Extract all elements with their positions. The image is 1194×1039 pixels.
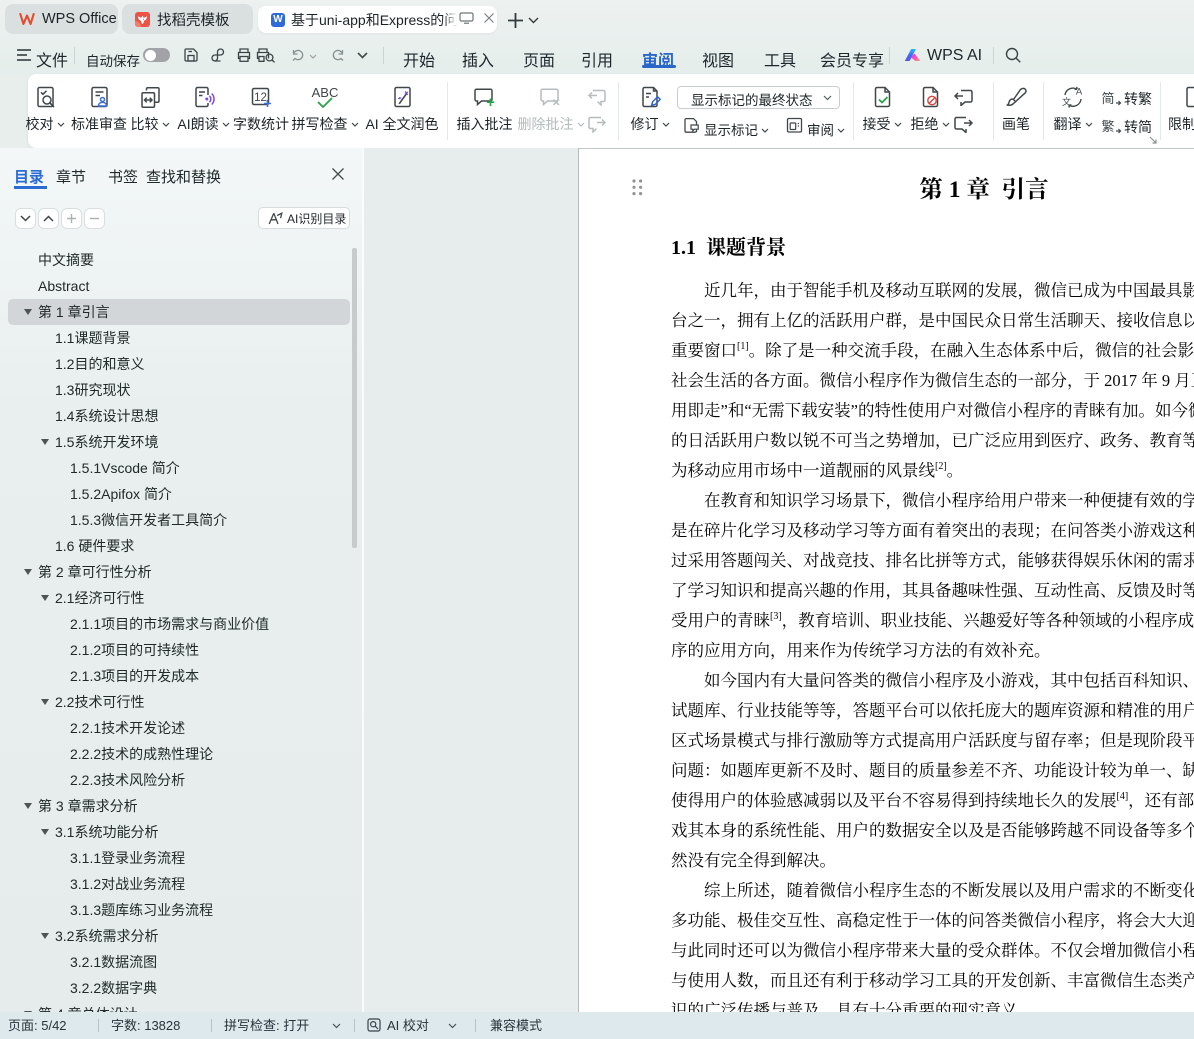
- svg-text:12: 12: [254, 92, 267, 104]
- svg-text:文: 文: [1062, 95, 1071, 108]
- svg-text:繁: 繁: [1101, 118, 1114, 135]
- svg-text:ABC: ABC: [312, 86, 339, 100]
- svg-text:A: A: [1076, 87, 1083, 98]
- svg-text:简: 简: [1101, 90, 1114, 107]
